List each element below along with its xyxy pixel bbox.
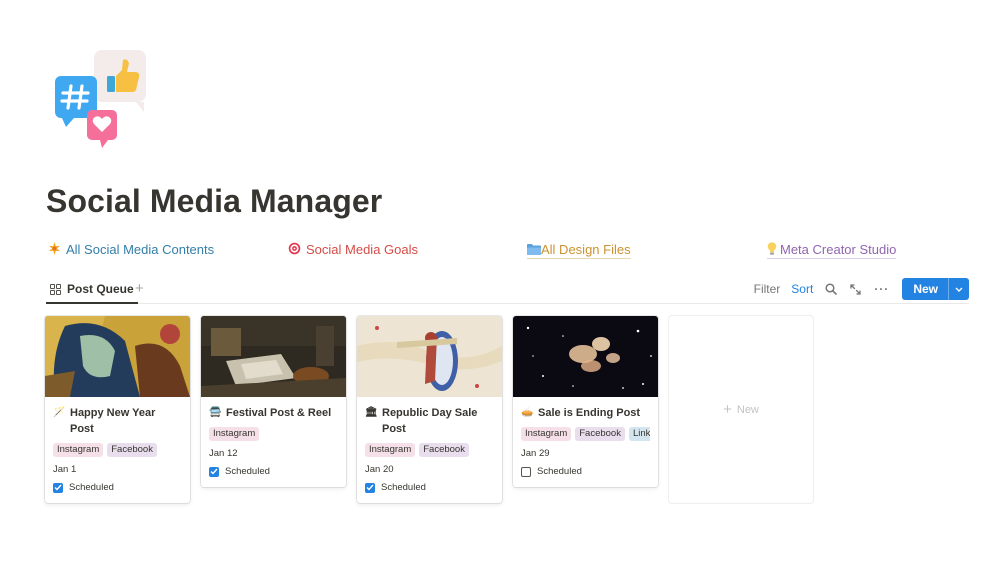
link-label: Meta Creator Studio (780, 242, 897, 257)
gallery-card[interactable]: 🪄 Happy New Year Post Instagram Facebook… (45, 316, 190, 503)
checkbox-unchecked[interactable] (521, 466, 531, 477)
status-label: Scheduled (225, 466, 270, 477)
card-title-text: Festival Post & Reel (226, 407, 332, 419)
social-media-icon[interactable] (52, 48, 152, 150)
search-icon[interactable] (825, 283, 838, 295)
link-label: Social Media Goals (306, 242, 418, 257)
card-status: Scheduled (521, 466, 650, 477)
link-social-media-goals[interactable]: Social Media Goals (288, 242, 418, 257)
new-button[interactable]: New (902, 278, 969, 300)
card-title-text: Sale is Ending Post (538, 407, 641, 419)
target-icon (288, 242, 301, 257)
card-tags: Instagram (209, 427, 338, 441)
checkbox-checked[interactable] (365, 482, 375, 493)
card-date: Jan 20 (365, 464, 394, 475)
tag: Facebook (419, 443, 469, 457)
sort-button[interactable]: Sort (791, 282, 813, 296)
status-label: Scheduled (537, 466, 582, 477)
sparkle-icon (48, 242, 61, 257)
link-all-design-files[interactable]: All Design Files (527, 242, 631, 259)
gallery-view-icon (50, 283, 61, 295)
gallery-card[interactable]: 🏛 Republic Day Sale Post Instagram Faceb… (357, 316, 502, 503)
status-label: Scheduled (69, 482, 114, 493)
link-label: All Design Files (541, 242, 631, 257)
card-tags: Instagram Facebook (53, 443, 182, 457)
tag: Instagram (53, 443, 104, 457)
tag: Facebook (107, 443, 157, 457)
chevron-down-icon[interactable] (948, 278, 969, 300)
card-status: Scheduled (365, 482, 494, 493)
link-label: All Social Media Contents (66, 242, 215, 257)
card-title-text: Republic Day Sale Post (382, 407, 478, 435)
page: Social Media Manager All Social Media Co… (0, 0, 1005, 565)
card-title-text: Happy New Year Post (70, 407, 156, 435)
card-cover-image (45, 316, 190, 397)
linked-pages-row: All Social Media Contents Social Media G… (0, 242, 1005, 264)
lightbulb-icon (767, 242, 777, 257)
card-status: Scheduled (209, 466, 338, 477)
tab-post-queue[interactable]: Post Queue (46, 276, 138, 304)
status-label: Scheduled (381, 482, 426, 493)
new-card-button[interactable]: + New (669, 316, 813, 503)
link-all-social-media-contents[interactable]: All Social Media Contents (48, 242, 214, 257)
tag: Facebook (575, 427, 625, 441)
checkbox-checked[interactable] (53, 482, 63, 493)
tag: Instagram (209, 427, 260, 441)
new-button-label: New (913, 282, 938, 296)
card-cover-image (201, 316, 346, 397)
card-tags: Instagram Facebook Linked (521, 427, 650, 441)
expand-icon[interactable] (850, 283, 861, 295)
bus-icon: 🚍 (209, 407, 222, 418)
plus-icon: + (723, 401, 732, 418)
classical-building-icon: 🏛 (365, 407, 378, 418)
card-title: 🥧 Sale is Ending Post (521, 405, 650, 421)
card-title: 🚍 Festival Post & Reel (209, 405, 338, 421)
card-tags: Instagram Facebook (365, 443, 494, 457)
database-toolbar: Post Queue + Filter Sort ··· New (46, 276, 969, 304)
card-cover-image (513, 316, 658, 397)
card-date: Jan 1 (53, 464, 77, 475)
more-options-icon[interactable]: ··· (874, 282, 889, 296)
new-card-label: New (736, 403, 759, 416)
card-status: Scheduled (53, 482, 182, 493)
card-date: Jan 12 (209, 448, 238, 459)
card-title: 🪄 Happy New Year Post (53, 405, 182, 437)
tag: Instagram (365, 443, 416, 457)
toolbar-actions: Filter Sort ··· New (754, 276, 969, 302)
card-date: Jan 29 (521, 448, 550, 459)
card-title: 🏛 Republic Day Sale Post (365, 405, 494, 437)
magic-wand-icon: 🪄 (53, 407, 66, 418)
folder-icon (527, 243, 541, 257)
tag: Linked (628, 427, 650, 441)
filter-button[interactable]: Filter (754, 282, 781, 296)
tag: Instagram (521, 427, 572, 441)
card-cover-image (357, 316, 502, 397)
tab-label: Post Queue (67, 282, 134, 296)
checkbox-checked[interactable] (209, 466, 219, 477)
pie-icon: 🥧 (521, 407, 534, 418)
gallery-card[interactable]: 🥧 Sale is Ending Post Instagram Facebook… (513, 316, 658, 487)
add-view-icon[interactable]: + (135, 280, 144, 297)
gallery-card[interactable]: 🚍 Festival Post & Reel Instagram Jan 12 … (201, 316, 346, 487)
link-meta-creator-studio[interactable]: Meta Creator Studio (767, 242, 897, 259)
page-title: Social Media Manager (46, 183, 383, 219)
